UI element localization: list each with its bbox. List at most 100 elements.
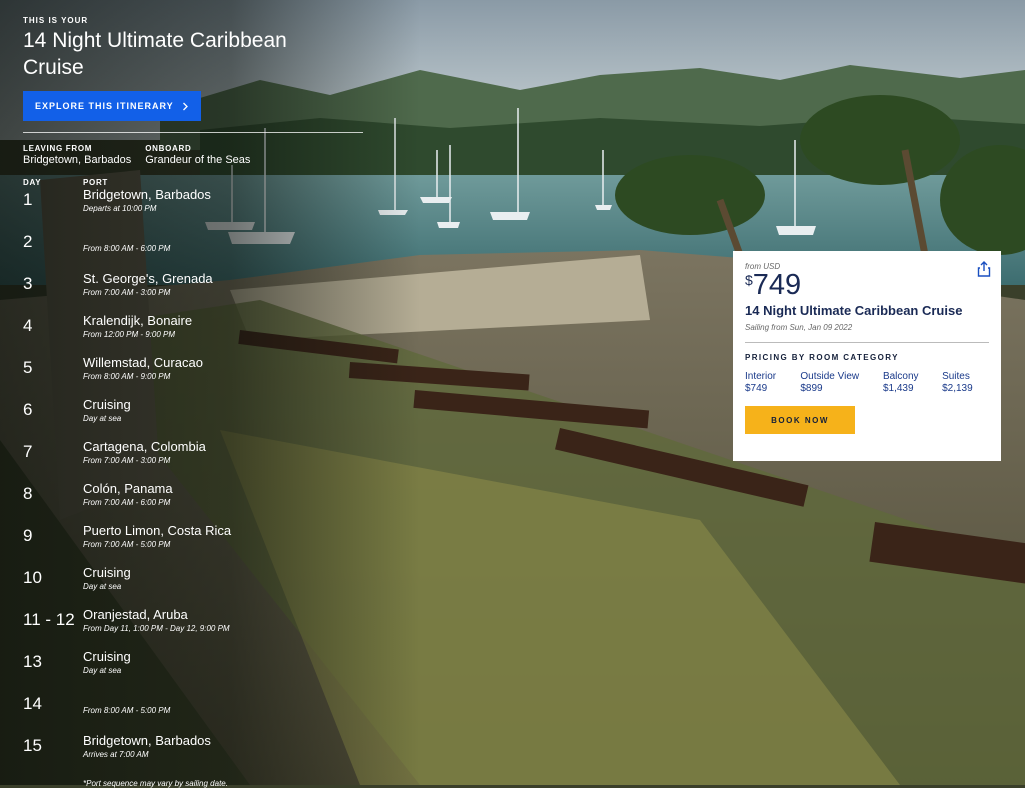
itinerary-day-row: 2 From 8:00 AM - 6:00 PM	[23, 229, 363, 271]
day-number: 10	[23, 568, 42, 587]
itinerary-day-row: 4 Kralendijk, Bonaire From 12:00 PM - 9:00…	[23, 313, 363, 355]
pricing-card: from USD $749 14 Night Ultimate Caribbea…	[733, 251, 1001, 461]
itinerary-panel: THIS IS YOUR 14 Night Ultimate Caribbean…	[23, 16, 363, 788]
day-port-info: Bridgetown, Barbados Departs at 10:00 PM	[83, 187, 211, 215]
day-port-info: Colón, Panama From 7:00 AM - 6:00 PM	[83, 481, 173, 509]
onboard: ONBOARD Grandeur of the Seas	[145, 144, 250, 166]
itinerary-day-row: 1 Bridgetown, Barbados Departs at 10:00 PM	[23, 187, 363, 229]
port-time: From 12:00 PM - 9:00 PM	[83, 330, 176, 339]
day-port-info: Oranjestad, Aruba From Day 11, 1:00 PM - …	[83, 607, 230, 635]
itinerary-day-row: 6 Cruising Day at sea	[23, 397, 363, 439]
day-port-info: Bridgetown, Barbados Arrives at 7:00 AM	[83, 733, 211, 761]
port-time: From 8:00 AM - 6:00 PM	[83, 244, 171, 253]
port-name: Willemstad, Curacao	[83, 355, 203, 370]
day-port-info: Kralendijk, Bonaire From 12:00 PM - 9:00 …	[83, 313, 192, 341]
port-time: From 7:00 AM - 6:00 PM	[83, 498, 171, 507]
port-time: Day at sea	[83, 582, 122, 591]
day-port-info: Cruising Day at sea	[83, 565, 131, 593]
leaving-from-value: Bridgetown, Barbados	[23, 154, 132, 166]
itinerary-day-row: 10 Cruising Day at sea	[23, 565, 363, 607]
itinerary-header: DAY PORT	[23, 178, 363, 187]
port-time: From 8:00 AM - 9:00 PM	[83, 372, 171, 381]
room-category-prices: Interior $749 Outside View $899 Balcony $1,43…	[745, 371, 989, 394]
divider	[23, 132, 363, 133]
hero-kicker: THIS IS YOUR	[23, 16, 89, 25]
day-number: 9	[23, 526, 33, 545]
leaving-from-label: LEAVING FROM	[23, 144, 93, 153]
day-number: 3	[23, 274, 33, 293]
port-name: Cruising	[83, 397, 131, 412]
room-category-name: Interior	[745, 371, 777, 382]
room-category-price: $1,439	[882, 383, 914, 394]
room-category-price: $899	[800, 383, 823, 394]
port-time: Day at sea	[83, 414, 122, 423]
port-time: From 8:00 AM - 5:00 PM	[83, 706, 171, 715]
onboard-value: Grandeur of the Seas	[145, 154, 251, 166]
day-port-info: Puerto Limon, Costa Rica From 7:00 AM - 5…	[83, 523, 231, 551]
itinerary-days: 1 Bridgetown, Barbados Departs at 10:00 PM…	[23, 187, 363, 775]
itinerary-day-row: 15 Bridgetown, Barbados Arrives at 7:00 AM	[23, 733, 363, 775]
itinerary-day-row: 11 - 12 Oranjestad, Aruba From Day 11, 1:0…	[23, 607, 363, 649]
room-category-name: Balcony	[882, 371, 919, 382]
port-time: Day at sea	[83, 666, 122, 675]
starting-price: $749	[745, 271, 989, 300]
itinerary-day-row: 3 St. George's, Grenada From 7:00 AM - 3:0…	[23, 271, 363, 313]
day-port-info: From 8:00 AM - 6:00 PM	[83, 229, 170, 255]
trip-meta: LEAVING FROM Bridgetown, Barbados ONBOAR…	[23, 144, 363, 166]
leaving-from: LEAVING FROM Bridgetown, Barbados	[23, 144, 131, 166]
day-number: 15	[23, 736, 42, 755]
room-category-price: $2,139	[942, 383, 973, 394]
day-number: 7	[23, 442, 33, 461]
port-name: Cruising	[83, 565, 131, 580]
day-number: 1	[23, 190, 33, 209]
port-name: Bridgetown, Barbados	[83, 187, 211, 202]
room-category-price: $749	[745, 383, 768, 394]
price-value: 749	[752, 269, 802, 301]
itinerary-day-row: 14 From 8:00 AM - 5:00 PM	[23, 691, 363, 733]
day-port-info: Cruising Day at sea	[83, 397, 131, 425]
room-category-name: Suites	[942, 371, 970, 382]
day-number: 13	[23, 652, 42, 671]
day-number: 5	[23, 358, 33, 377]
port-name: St. George's, Grenada	[83, 271, 213, 286]
port-name: Kralendijk, Bonaire	[83, 313, 193, 328]
port-time: From 7:00 AM - 3:00 PM	[83, 288, 171, 297]
day-column-header: DAY	[23, 178, 42, 187]
day-port-info: Cartagena, Colombia From 7:00 AM - 3:00 P…	[83, 439, 206, 467]
port-name: Cruising	[83, 649, 131, 664]
itinerary-table: DAY PORT 1 Bridgetown, Barbados Departs at…	[23, 178, 363, 788]
room-category-name: Outside View	[800, 371, 860, 382]
day-port-info: St. George's, Grenada From 7:00 AM - 3:00…	[83, 271, 213, 299]
room-category: Interior $749	[745, 371, 800, 394]
port-time: From 7:00 AM - 5:00 PM	[83, 540, 171, 549]
day-number: 14	[23, 694, 42, 713]
cruise-name: 14 Night Ultimate Caribbean Cruise	[745, 303, 963, 318]
page-title: 14 Night Ultimate Caribbean Cruise	[23, 29, 287, 79]
day-number: 6	[23, 400, 33, 419]
day-port-info: Cruising Day at sea	[83, 649, 131, 677]
itinerary-day-row: 5 Willemstad, Curacao From 8:00 AM - 9:00 …	[23, 355, 363, 397]
day-number: 2	[23, 232, 33, 251]
explore-itinerary-button[interactable]: EXPLORE THIS ITINERARY	[23, 91, 201, 121]
book-now-button[interactable]: BOOK NOW	[745, 406, 855, 434]
room-category: Suites $2,139	[942, 371, 989, 394]
card-divider	[745, 342, 989, 343]
port-name: Colón, Panama	[83, 481, 173, 496]
port-time: From Day 11, 1:00 PM - Day 12, 9:00 PM	[83, 624, 230, 633]
port-time: From 7:00 AM - 3:00 PM	[83, 456, 171, 465]
day-number: 4	[23, 316, 33, 335]
port-name: Bridgetown, Barbados	[83, 733, 211, 748]
sailing-date: Sailing from Sun, Jan 09 2022	[745, 323, 853, 332]
port-name: Puerto Limon, Costa Rica	[83, 523, 232, 538]
itinerary-day-row: 9 Puerto Limon, Costa Rica From 7:00 AM - …	[23, 523, 363, 565]
share-icon[interactable]	[977, 261, 991, 277]
onboard-label: ONBOARD	[145, 144, 192, 153]
itinerary-day-row: 8 Colón, Panama From 7:00 AM - 6:00 PM	[23, 481, 363, 523]
room-category: Outside View $899	[800, 371, 883, 394]
port-name: Oranjestad, Aruba	[83, 607, 188, 622]
chevron-right-icon	[182, 102, 188, 110]
day-port-info: From 8:00 AM - 5:00 PM	[83, 691, 170, 717]
room-category: Balcony $1,439	[883, 371, 942, 394]
day-number: 8	[23, 484, 33, 503]
currency-symbol: $	[745, 272, 753, 288]
